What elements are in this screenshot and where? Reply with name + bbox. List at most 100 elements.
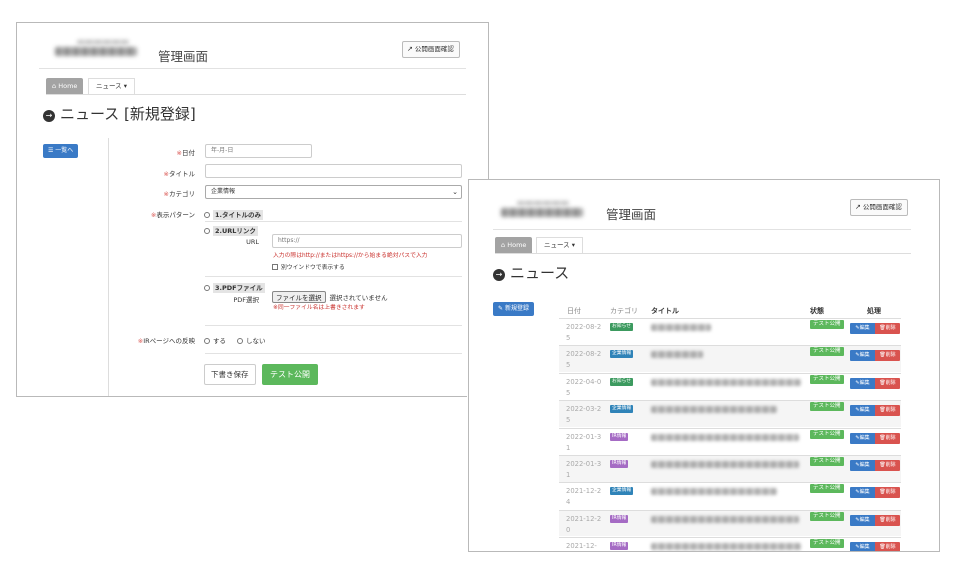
row-delete-button[interactable]: 🗑削除 [875, 432, 900, 444]
row-title-blurred[interactable] [651, 351, 703, 359]
row-delete-label: 削除 [885, 325, 896, 331]
row-delete-button[interactable]: 🗑削除 [875, 405, 900, 417]
public-view-button[interactable]: ↗ 公開画面確認 [402, 41, 460, 58]
row-delete-button[interactable]: 🗑削除 [875, 377, 900, 389]
company-tagline-blurred [517, 201, 569, 205]
chevron-down-icon: ⌄ [452, 188, 458, 196]
save-draft-button[interactable]: 下書き保存 [204, 364, 256, 385]
divider [205, 221, 462, 222]
public-view-label: 公開画面確認 [414, 45, 454, 53]
row-edit-button[interactable]: ✎編集 [850, 377, 875, 389]
ir-radio-yes[interactable]: する [204, 335, 226, 345]
test-publish-button[interactable]: テスト公開 [262, 364, 318, 385]
title-input[interactable] [205, 164, 462, 178]
public-view-button[interactable]: ↗ 公開画面確認 [850, 199, 908, 216]
row-edit-label: 編集 [859, 325, 870, 331]
breadcrumb-home[interactable]: ⌂ Home [46, 78, 84, 94]
date-input[interactable]: 年-月-日 [205, 144, 312, 158]
breadcrumb-underline [495, 253, 911, 254]
row-category-badge: お知らせ [610, 377, 634, 386]
row-delete-label: 削除 [885, 544, 896, 551]
row-delete-label: 削除 [885, 434, 896, 441]
row-date: 2022-01-31 [566, 432, 602, 452]
row-title-blurred[interactable] [651, 378, 801, 386]
row-edit-label: 編集 [859, 462, 870, 468]
row-edit-button[interactable]: ✎編集 [850, 405, 875, 417]
col-header-actions: 処理 [867, 307, 881, 315]
breadcrumb-home[interactable]: ⌂ Home [495, 237, 533, 253]
public-view-label: 公開画面確認 [862, 203, 902, 211]
url-input[interactable]: https:// [272, 234, 462, 248]
row-title-blurred[interactable] [651, 488, 777, 496]
new-window-checkbox[interactable]: 別ウインドウで表示する [272, 262, 345, 271]
divider [493, 229, 911, 230]
row-edit-label: 編集 [859, 544, 870, 551]
row-edit-label: 編集 [859, 407, 870, 414]
caret-down-icon: ▾ [121, 82, 128, 90]
row-title-blurred[interactable] [651, 433, 799, 441]
breadcrumb-home-label: Home [507, 241, 527, 249]
back-to-list-button[interactable]: ☰ 一覧へ [43, 144, 79, 158]
ir-label: ※IRページへの反映 [137, 337, 195, 345]
breadcrumb-underline [46, 94, 466, 95]
ir-radio-no[interactable]: しない [237, 335, 266, 345]
arrow-circle-icon: → [43, 110, 55, 122]
pdf-note: ※同一ファイル名は上書きされます [273, 305, 365, 311]
pattern-radio-url-link[interactable]: 2.URLリンク [204, 225, 258, 236]
row-edit-button[interactable]: ✎編集 [850, 432, 875, 444]
row-edit-button[interactable]: ✎編集 [850, 514, 875, 526]
row-delete-label: 削除 [885, 489, 896, 496]
row-status-badge: テスト公開 [810, 429, 844, 439]
row-delete-label: 削除 [885, 407, 896, 414]
row-delete-button[interactable]: 🗑削除 [875, 323, 900, 334]
table-row: 2022-03-25 企業情報 テスト公開 ✎編集 🗑削除 [559, 400, 901, 427]
row-category-badge: お知らせ [610, 323, 634, 331]
row-title-blurred[interactable] [651, 406, 777, 414]
new-register-label: 新規登録 [504, 305, 529, 312]
col-header-date: 日付 [567, 307, 581, 315]
pattern-radio-title-only[interactable]: 1.タイトルのみ [204, 209, 263, 220]
row-edit-label: 編集 [859, 516, 870, 523]
row-edit-button[interactable]: ✎編集 [850, 350, 875, 362]
table-row: 2021-12-20 IR情報 テスト公開 ✎編集 🗑削除 [559, 509, 901, 537]
row-delete-button[interactable]: 🗑削除 [875, 542, 900, 551]
back-to-list-label: 一覧へ [55, 147, 74, 154]
row-delete-button[interactable]: 🗑削除 [875, 487, 900, 499]
row-edit-button[interactable]: ✎編集 [850, 487, 875, 499]
category-select-value: 企業情報 [211, 188, 236, 195]
row-delete-button[interactable]: 🗑削除 [875, 350, 900, 362]
pdf-label: PDF選択 [233, 296, 259, 304]
row-date: 2022-08-25 [566, 350, 602, 370]
row-edit-button[interactable]: ✎編集 [850, 460, 875, 471]
row-edit-button[interactable]: ✎編集 [850, 323, 875, 334]
row-title-blurred[interactable] [651, 515, 799, 523]
row-date: 2021-12- [566, 542, 597, 551]
title-label: ※タイトル [163, 170, 195, 178]
row-date: 2021-12-24 [566, 487, 602, 507]
pattern-radio-pdf[interactable]: 3.PDFファイル [204, 282, 265, 293]
row-category-badge: 企業情報 [610, 405, 634, 414]
url-label: URL [246, 238, 259, 246]
row-delete-button[interactable]: 🗑削除 [875, 514, 900, 526]
company-logo-blurred [55, 47, 137, 56]
page-title: → ニュース [493, 262, 569, 283]
row-delete-label: 削除 [885, 462, 896, 468]
divider [205, 325, 462, 326]
row-status-badge: テスト公開 [810, 539, 844, 549]
new-register-button[interactable]: ✎ 新規登録 [493, 302, 534, 316]
row-title-blurred[interactable] [651, 324, 711, 331]
arrow-circle-icon: → [493, 269, 505, 281]
row-edit-button[interactable]: ✎編集 [850, 542, 875, 551]
breadcrumb-news-tab[interactable]: ニュース ▾ [536, 237, 584, 253]
breadcrumb-home-label: Home [58, 82, 78, 90]
news-list-window: 管理画面 ↗ 公開画面確認 ⌂ Home ニュース ▾ → ニュース ✎ 新規登録 … [468, 179, 940, 552]
row-delete-label: 削除 [885, 352, 896, 359]
category-select[interactable]: 企業情報 ⌄ [205, 185, 462, 199]
pattern-label: ※表示パターン [150, 211, 195, 219]
row-title-blurred[interactable] [651, 543, 801, 551]
row-delete-button[interactable]: 🗑削除 [875, 460, 900, 471]
file-status: 選択されていません [329, 294, 388, 302]
row-title-blurred[interactable] [651, 461, 799, 468]
breadcrumb-news-tab[interactable]: ニュース ▾ [88, 78, 136, 94]
table-row: 2022-01-31 IR情報 テスト公開 ✎編集 🗑削除 [559, 455, 901, 482]
